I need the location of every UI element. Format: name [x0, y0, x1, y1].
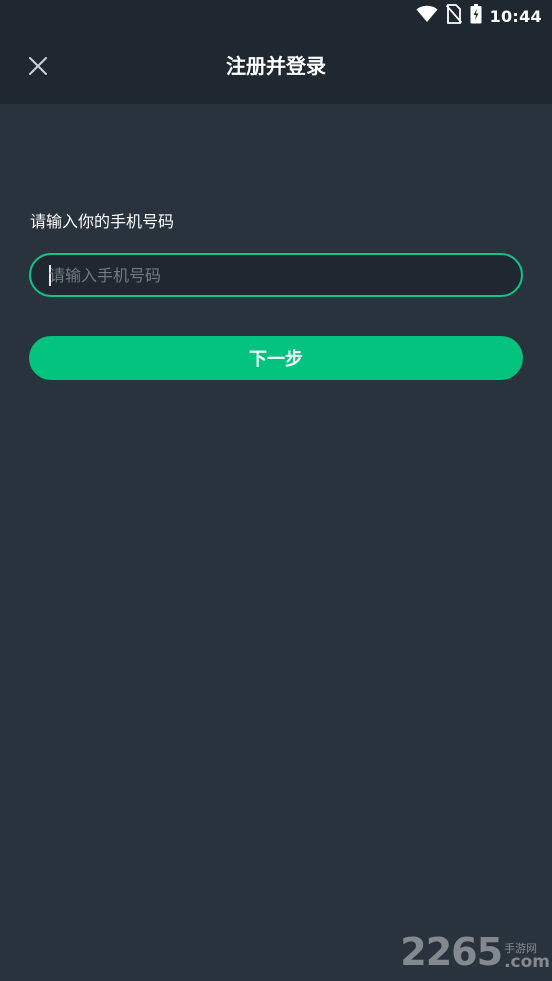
- phone-prompt-label: 请输入你的手机号码: [30, 212, 175, 231]
- watermark-side: 手游网 .com: [504, 943, 550, 971]
- phone-input-container[interactable]: [29, 253, 523, 297]
- status-bar: 10:44: [0, 0, 552, 32]
- wifi-icon: [416, 5, 438, 27]
- site-watermark: 2265 手游网 .com: [400, 933, 550, 971]
- no-sim-icon: [445, 4, 462, 28]
- watermark-domain: .com: [504, 952, 550, 972]
- page-title: 注册并登录: [226, 54, 326, 78]
- status-time: 10:44: [489, 6, 542, 26]
- next-step-button[interactable]: 下一步: [29, 336, 523, 380]
- status-icons: 10:44: [416, 4, 542, 28]
- battery-charging-icon: [470, 4, 482, 28]
- phone-number-input[interactable]: [49, 255, 509, 295]
- top-app-bar: 10:44 注册并登录: [0, 0, 552, 104]
- watermark-number: 2265: [400, 930, 503, 974]
